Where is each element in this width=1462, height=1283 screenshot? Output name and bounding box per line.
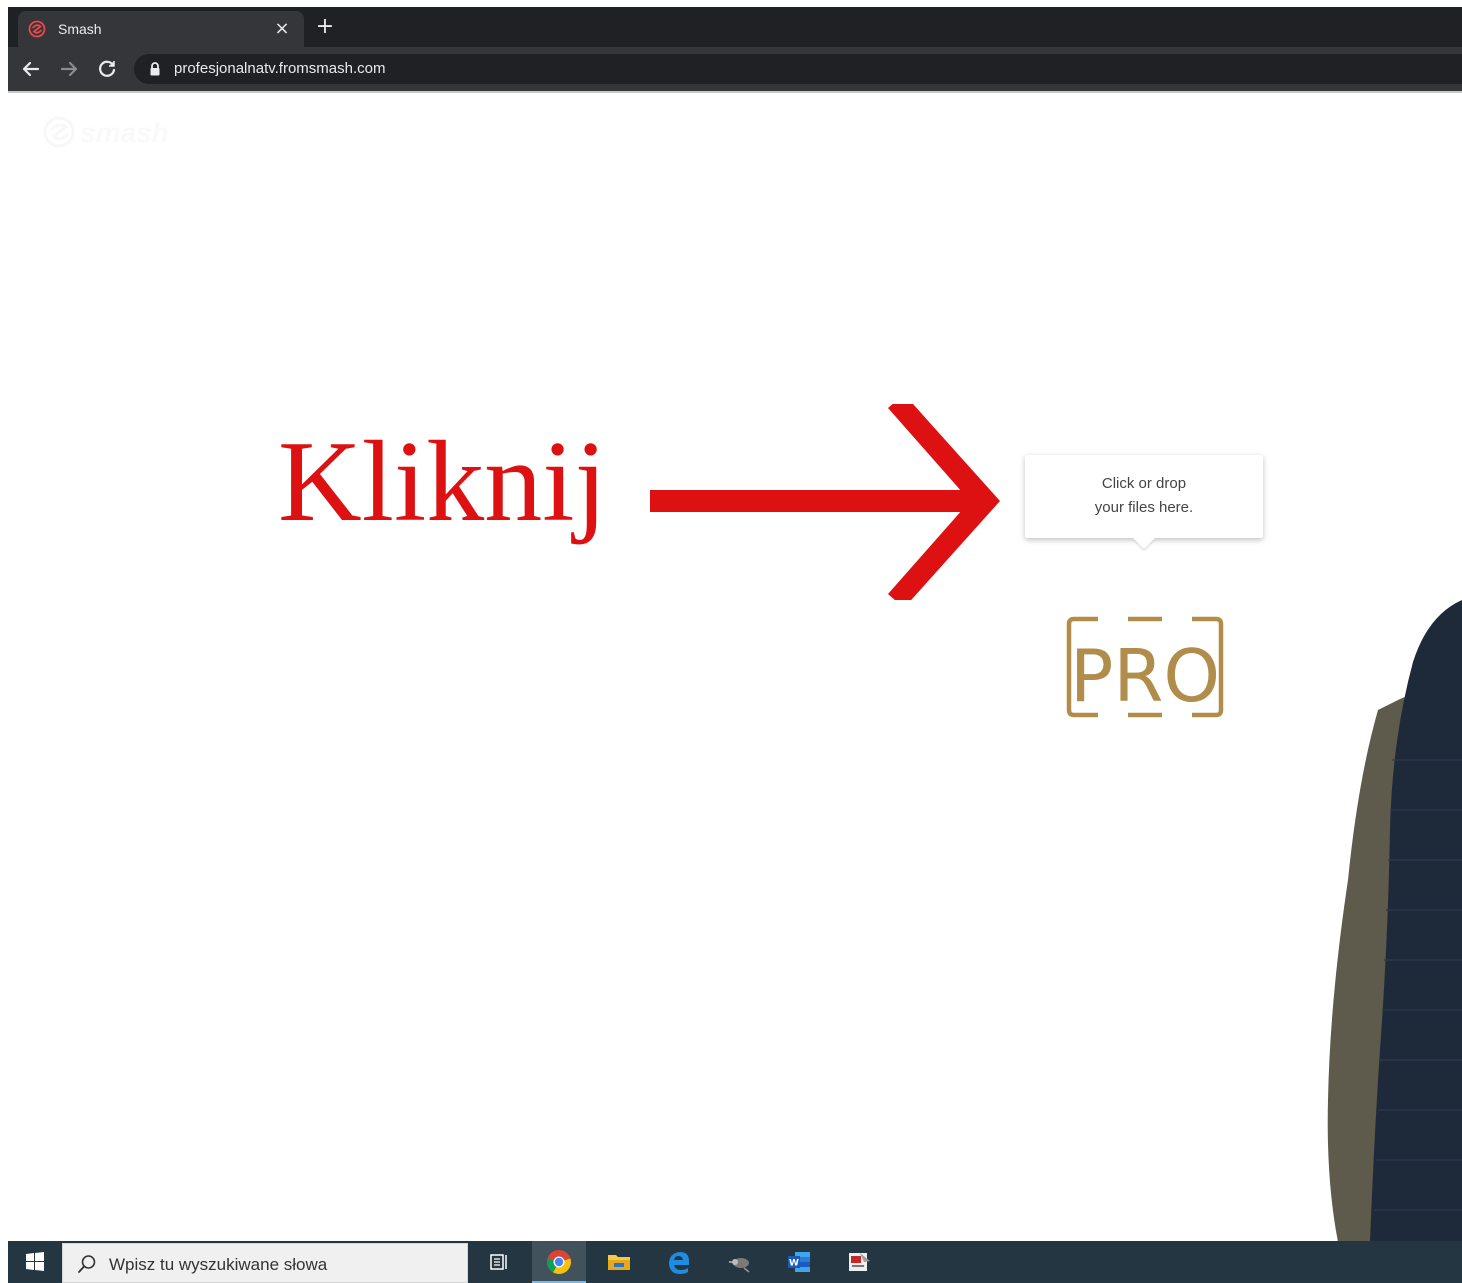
arrow-right-icon <box>60 61 78 77</box>
svg-text:W: W <box>789 1259 799 1269</box>
browser-toolbar: profesjonalnatv.fromsmash.com <box>8 47 1462 91</box>
task-view-icon <box>490 1254 507 1270</box>
arrow-left-icon <box>22 61 40 77</box>
person-photo <box>1327 600 1462 1242</box>
reload-icon <box>99 60 116 77</box>
tab-title: Smash <box>58 21 102 37</box>
taskbar-edge-button[interactable] <box>652 1241 706 1283</box>
pro-logo-text: PRO <box>1070 634 1220 718</box>
file-drop-zone[interactable]: Click or drop your files here. <box>1025 455 1263 549</box>
reload-button[interactable] <box>94 56 120 82</box>
search-placeholder: Wpisz tu wyszukiwane słowa <box>109 1255 328 1274</box>
back-button[interactable] <box>18 56 44 82</box>
screen-edge <box>0 0 8 1283</box>
taskbar-search-input[interactable]: Wpisz tu wyszukiwane słowa <box>62 1243 468 1283</box>
file-explorer-icon <box>608 1255 630 1270</box>
drop-zone-label: Click or drop your files here. <box>1025 472 1263 520</box>
arrow-right-icon <box>650 404 1000 600</box>
tab-close-icon[interactable]: × <box>270 17 294 41</box>
word-icon: W <box>788 1252 810 1272</box>
forward-button[interactable] <box>56 56 82 82</box>
windows-taskbar: Wpisz tu wyszukiwane słowa W <box>8 1241 1462 1283</box>
windows-logo-icon <box>26 1252 44 1271</box>
taskbar-chrome-button[interactable] <box>532 1241 586 1283</box>
app-icon <box>729 1258 750 1273</box>
taskbar-app-button[interactable] <box>712 1241 766 1283</box>
annotation-text: Kliknij <box>278 418 607 546</box>
smash-favicon-icon <box>28 20 46 38</box>
app-icon-2 <box>849 1253 870 1271</box>
task-view-button[interactable] <box>472 1241 526 1283</box>
chrome-icon <box>546 1250 571 1274</box>
toolbar-divider <box>8 91 1462 93</box>
drop-zone-line-1: Click or drop <box>1101 475 1187 492</box>
taskbar-app-button-2[interactable] <box>832 1241 886 1283</box>
lock-icon <box>148 61 162 77</box>
edge-icon <box>669 1252 689 1274</box>
drop-zone-line-2: your files here. <box>1094 499 1194 516</box>
browser-tab-strip: Smash × + <box>8 7 1462 47</box>
tab-smash[interactable]: Smash × <box>18 11 304 47</box>
address-bar[interactable]: profesjonalnatv.fromsmash.com <box>134 54 1462 84</box>
taskbar-file-explorer-button[interactable] <box>592 1241 646 1283</box>
new-tab-button[interactable]: + <box>313 15 337 39</box>
smash-site-logo[interactable]: smash <box>42 115 169 151</box>
smash-logo-text: smash <box>80 117 169 148</box>
search-icon <box>77 1254 97 1274</box>
taskbar-word-button[interactable]: W <box>772 1241 826 1283</box>
smash-logo-icon <box>43 116 75 148</box>
screen: Smash × + profesjonalnatv.fromsmash.com … <box>0 0 1462 1283</box>
start-button[interactable] <box>8 1241 62 1283</box>
pro-brand-logo: PRO <box>1066 616 1224 718</box>
drop-zone-pointer <box>1133 538 1155 549</box>
url-text: profesjonalnatv.fromsmash.com <box>174 60 386 77</box>
